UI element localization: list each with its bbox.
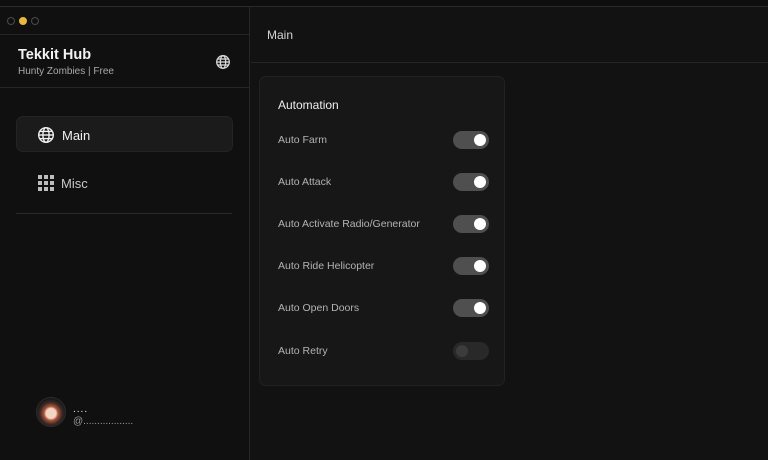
- auto-attack-toggle[interactable]: [453, 173, 489, 191]
- window-maximize-dot[interactable]: [31, 17, 39, 25]
- toggle-knob: [474, 218, 486, 230]
- toggle-label: Auto Open Doors: [278, 302, 360, 314]
- globe-icon[interactable]: [215, 54, 231, 70]
- window-close-dot[interactable]: [7, 17, 15, 25]
- toggle-knob: [474, 260, 486, 272]
- toggle-label: Auto Activate Radio/Generator: [278, 218, 420, 230]
- section-title: Automation: [278, 98, 339, 112]
- avatar: [36, 397, 66, 427]
- sidebar-item-main[interactable]: Main: [16, 116, 233, 152]
- sidebar-item-misc[interactable]: Misc: [16, 165, 233, 201]
- divider: [0, 87, 250, 88]
- toggle-row-auto-activate-radio-generator: Auto Activate Radio/Generator: [278, 215, 490, 235]
- toggle-label: Auto Farm: [278, 134, 328, 146]
- toggle-row-auto-farm: Auto Farm: [278, 131, 490, 151]
- app-title: Tekkit Hub: [18, 47, 92, 63]
- user-handle: @..................: [73, 416, 134, 427]
- toggle-label: Auto Retry: [278, 345, 328, 357]
- user-name: ....: [73, 404, 89, 415]
- toggle-row-auto-ride-helicopter: Auto Ride Helicopter: [278, 257, 490, 277]
- app-window: Tekkit Hub Hunty Zombies | Free Main Mis…: [0, 6, 768, 460]
- toggle-label: Auto Ride Helicopter: [278, 260, 375, 272]
- page-title: Main: [267, 28, 294, 42]
- toggle-label: Auto Attack: [278, 176, 332, 188]
- toggle-knob: [474, 176, 486, 188]
- sidebar-item-label: Main: [62, 128, 91, 143]
- globe-icon: [37, 126, 55, 144]
- auto-open-doors-toggle[interactable]: [453, 299, 489, 317]
- toggle-knob: [474, 302, 486, 314]
- sidebar: Tekkit Hub Hunty Zombies | Free Main Mis…: [0, 7, 250, 460]
- auto-retry-toggle[interactable]: [453, 342, 489, 360]
- toggle-row-auto-retry: Auto Retry: [278, 342, 490, 362]
- sidebar-item-label: Misc: [61, 176, 88, 191]
- main-panel: Main Automation Auto Farm Auto Attack Au…: [251, 7, 768, 460]
- auto-farm-toggle[interactable]: [453, 131, 489, 149]
- divider: [16, 213, 232, 214]
- divider: [251, 62, 768, 63]
- toggle-knob: [456, 345, 468, 357]
- window-minimize-dot[interactable]: [19, 17, 27, 25]
- app-subtitle: Hunty Zombies | Free: [18, 66, 114, 77]
- toggle-knob: [474, 134, 486, 146]
- toggle-row-auto-open-doors: Auto Open Doors: [278, 299, 490, 319]
- toggle-row-auto-attack: Auto Attack: [278, 173, 490, 193]
- automation-section: Automation Auto Farm Auto Attack Auto Ac…: [259, 76, 505, 386]
- window-controls: [7, 17, 39, 25]
- divider: [0, 34, 250, 35]
- grid-icon: [37, 174, 55, 192]
- auto-ride-helicopter-toggle[interactable]: [453, 257, 489, 275]
- auto-activate-radio-generator-toggle[interactable]: [453, 215, 489, 233]
